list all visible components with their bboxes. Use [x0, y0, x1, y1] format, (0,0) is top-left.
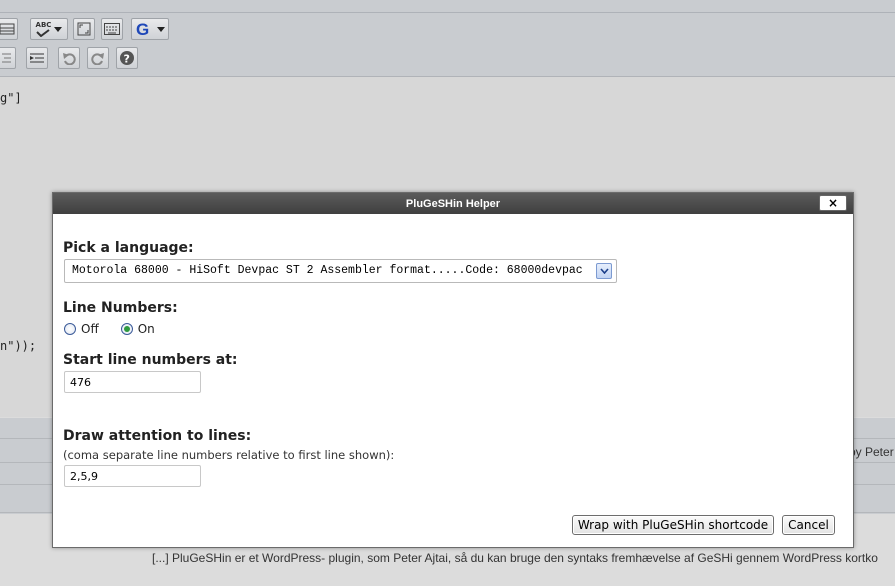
plugeshin-helper-dialog: PluGeSHin Helper × Pick a language: Moto…: [52, 192, 854, 548]
dialog-title: PluGeSHin Helper: [405, 197, 501, 210]
svg-text:G: G: [136, 21, 149, 37]
start-line-input[interactable]: 476: [64, 371, 201, 393]
google-button[interactable]: G: [131, 18, 169, 40]
code-fragment: n"));: [0, 339, 37, 353]
start-line-label: Start line numbers at:: [63, 352, 238, 368]
radio-off[interactable]: [64, 323, 76, 335]
outdent-icon[interactable]: [0, 47, 16, 69]
wrap-shortcode-button[interactable]: Wrap with PluGeSHin shortcode: [572, 515, 774, 535]
attention-label: Draw attention to lines:: [63, 428, 252, 444]
spellcheck-button[interactable]: ABC: [30, 18, 68, 40]
help-icon[interactable]: ?: [116, 47, 138, 69]
close-button[interactable]: ×: [819, 195, 847, 211]
table-icon[interactable]: [0, 18, 18, 40]
post-excerpt: [...] PluGeSHin er et WordPress- plugin,…: [152, 551, 878, 565]
author-text: by Peter: [849, 445, 894, 459]
svg-text:?: ?: [124, 53, 130, 66]
editor-toolbar: ABC G ?: [0, 0, 895, 77]
radio-on-label: On: [137, 322, 155, 336]
fullscreen-icon[interactable]: [73, 18, 95, 40]
radio-off-label: Off: [81, 322, 99, 336]
keyboard-icon[interactable]: [101, 18, 123, 40]
line-numbers-label: Line Numbers:: [63, 300, 178, 316]
undo-icon[interactable]: [58, 47, 80, 69]
line-numbers-radio-group: Off On: [64, 320, 155, 338]
spellcheck-icon: ABC: [36, 21, 51, 37]
dropdown-arrow-icon[interactable]: [596, 263, 612, 279]
cancel-button[interactable]: Cancel: [782, 515, 835, 535]
language-label: Pick a language:: [63, 240, 194, 256]
chevron-down-icon: [157, 26, 165, 32]
attention-lines-input[interactable]: 2,5,9: [64, 465, 201, 487]
close-icon: ×: [827, 196, 839, 210]
language-select[interactable]: Motorola 68000 - HiSoft Devpac ST 2 Asse…: [64, 259, 617, 283]
radio-on[interactable]: [120, 323, 133, 335]
language-selected-value: Motorola 68000 - HiSoft Devpac ST 2 Asse…: [72, 264, 583, 277]
toolbar-divider: [0, 12, 895, 13]
indent-icon[interactable]: [26, 47, 48, 69]
google-icon: G: [136, 21, 149, 37]
code-fragment: g"]: [0, 91, 22, 105]
attention-hint: (coma separate line numbers relative to …: [63, 448, 395, 462]
redo-icon[interactable]: [87, 47, 109, 69]
chevron-down-icon: [54, 26, 63, 32]
dialog-titlebar[interactable]: PluGeSHin Helper ×: [53, 193, 853, 214]
